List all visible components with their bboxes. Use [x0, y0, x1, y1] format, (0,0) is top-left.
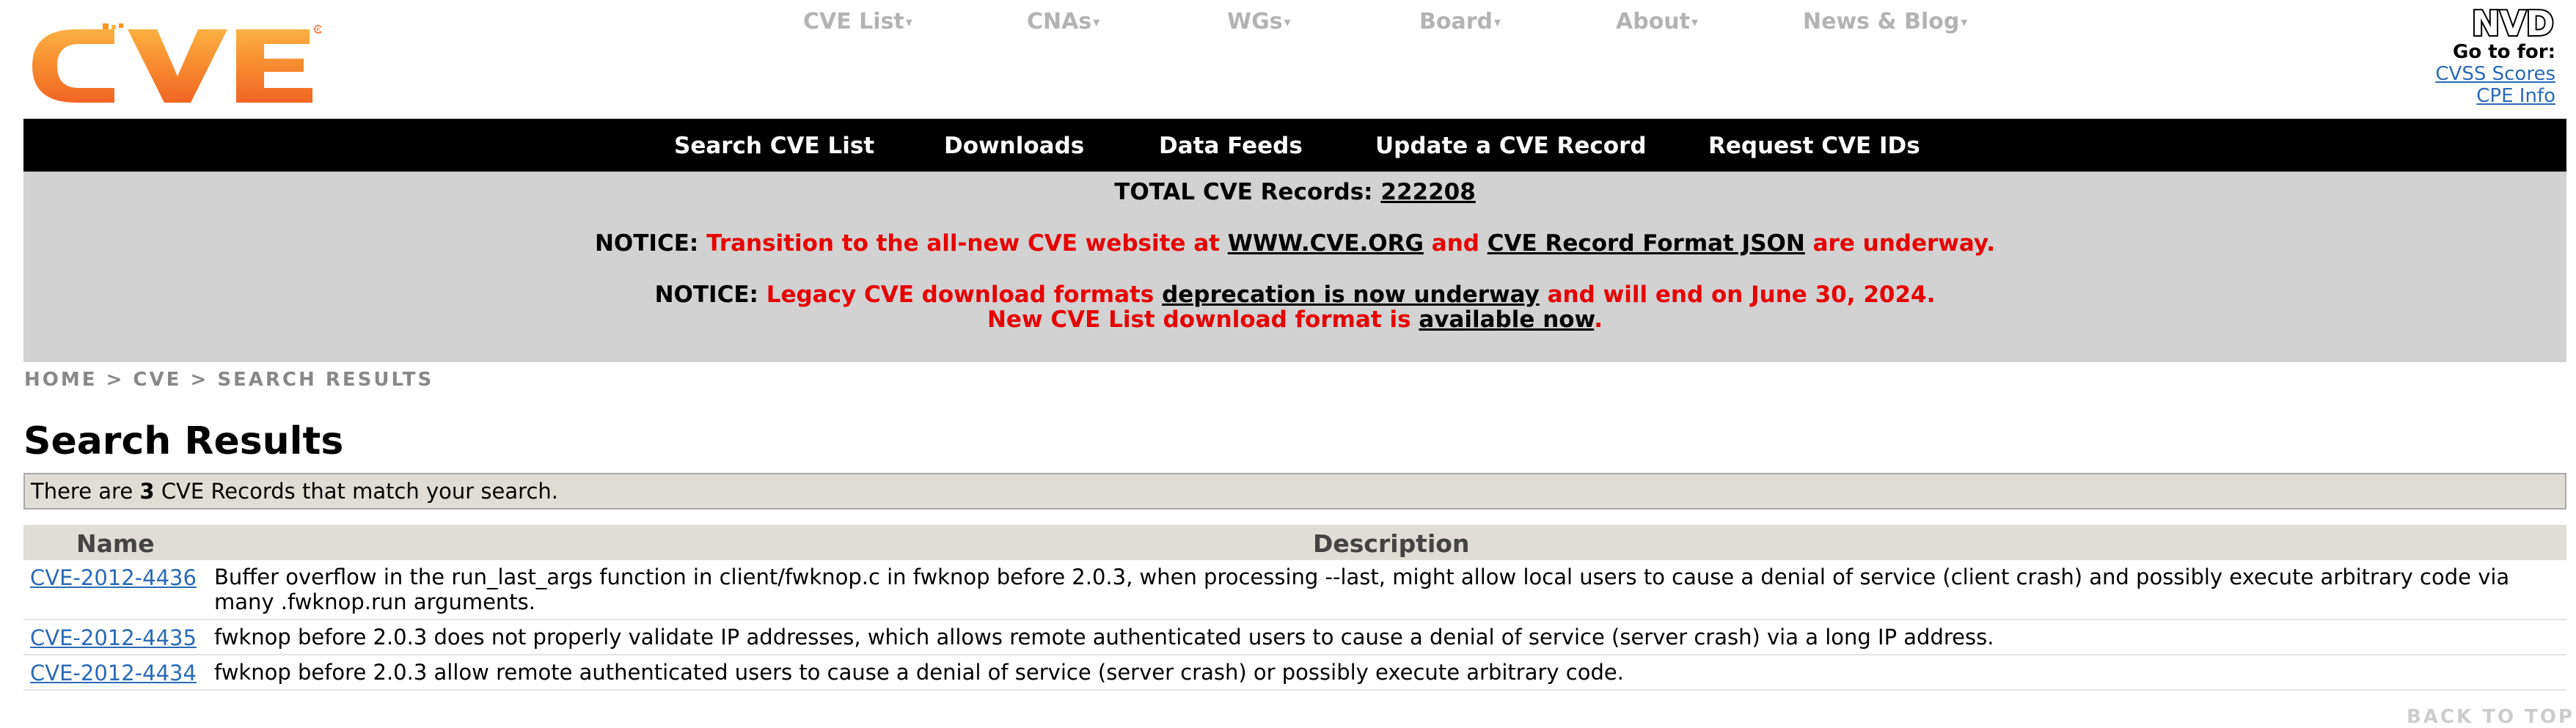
page-title: Search Results	[23, 419, 344, 463]
cve-description: fwknop before 2.0.3 allow remote authent…	[214, 660, 1624, 685]
cve-id-link[interactable]: CVE-2012-4436	[30, 565, 197, 590]
notice-prefix: NOTICE:	[594, 230, 699, 257]
notice-text: Legacy CVE download formats	[766, 282, 1155, 308]
available-now-link[interactable]: available now	[1419, 306, 1594, 333]
deprecation-link[interactable]: deprecation is now underway	[1162, 282, 1540, 308]
table-header: Name Description	[23, 525, 2566, 560]
chevron-down-icon: ▾	[1961, 15, 1968, 30]
chevron-down-icon: ▾	[1494, 15, 1501, 30]
match-count-box: There are 3 CVE Records that match your …	[23, 473, 2566, 510]
nvd-logo[interactable]: NVD NVD	[2438, 7, 2555, 38]
breadcrumb-home[interactable]: HOME	[24, 369, 98, 391]
chevron-down-icon: ▾	[1093, 15, 1100, 30]
breadcrumb-cve[interactable]: CVE	[133, 369, 181, 391]
nvd-box: NVD NVD Go to for: CVSS Scores CPE Info	[2435, 7, 2555, 107]
table-row: CVE-2012-4436 Buffer overflow in the run…	[23, 560, 2566, 620]
nvd-logo-fill: NVD	[2472, 7, 2554, 38]
breadcrumb-separator: >	[190, 369, 209, 391]
chevron-down-icon: ▾	[1284, 15, 1291, 30]
goto-label: Go to for:	[2453, 41, 2555, 63]
notice-text: and	[1431, 230, 1479, 257]
cve-id-link[interactable]: CVE-2012-4434	[30, 661, 197, 685]
column-header-name: Name	[76, 529, 155, 558]
breadcrumb-current: SEARCH RESULTS	[217, 369, 434, 391]
notice-text: .	[1594, 306, 1603, 333]
cve-record-format-json-link[interactable]: CVE Record Format JSON	[1488, 230, 1805, 257]
cvss-scores-link[interactable]: CVSS Scores	[2435, 63, 2555, 85]
notice-legacy: NOTICE: Legacy CVE download formats depr…	[23, 282, 2566, 308]
total-records-label: TOTAL CVE Records:	[1114, 179, 1373, 205]
match-prefix: There are	[31, 479, 133, 504]
nav-label: CNAs	[1027, 9, 1092, 34]
nav-label: About	[1616, 9, 1691, 34]
notice-text: and will end on June 30, 2024.	[1547, 282, 1936, 308]
results-table: Name Description CVE-2012-4436 Buffer ov…	[23, 525, 2566, 691]
nav-label: Board	[1419, 9, 1493, 34]
nav-label: WGs	[1227, 9, 1283, 34]
match-suffix: CVE Records that match your search.	[161, 479, 558, 504]
notice-panel: TOTAL CVE Records: 222208 NOTICE: Transi…	[23, 172, 2566, 362]
breadcrumb-separator: >	[106, 369, 125, 391]
cve-description: Buffer overflow in the run_last_args fun…	[214, 565, 2510, 614]
notice-text: Transition to the all-new CVE website at	[706, 230, 1220, 257]
menu-request-cve-ids[interactable]: Request CVE IDs	[1708, 133, 1920, 159]
notice-prefix: NOTICE:	[654, 282, 758, 308]
back-to-top-link[interactable]: BACK TO TOP	[2407, 706, 2575, 728]
nav-cnas[interactable]: CNAs ▾	[1027, 9, 1099, 34]
nav-wgs[interactable]: WGs ▾	[1227, 9, 1291, 34]
cve-description: fwknop before 2.0.3 does not properly va…	[214, 625, 1994, 650]
menu-search-cve-list[interactable]: Search CVE List	[674, 133, 874, 159]
nav-news-blog[interactable]: News & Blog ▾	[1803, 9, 1967, 34]
notice-text: are underway.	[1812, 230, 1996, 257]
nav-cve-list[interactable]: CVE List ▾	[803, 9, 912, 34]
table-row: CVE-2012-4435 fwknop before 2.0.3 does n…	[23, 620, 2566, 655]
notice-new-format: New CVE List download format is availabl…	[23, 306, 2566, 333]
main-menu-bar: Search CVE List Downloads Data Feeds Upd…	[23, 119, 2566, 172]
match-count: 3	[139, 479, 155, 504]
menu-data-feeds[interactable]: Data Feeds	[1159, 133, 1303, 159]
nav-label: CVE List	[803, 9, 904, 34]
nav-label: News & Blog	[1803, 9, 1960, 34]
menu-downloads[interactable]: Downloads	[944, 133, 1084, 159]
chevron-down-icon: ▾	[1691, 15, 1699, 30]
total-records-link[interactable]: 222208	[1380, 179, 1475, 205]
total-records-line: TOTAL CVE Records: 222208	[23, 179, 2566, 205]
nav-board[interactable]: Board ▾	[1419, 9, 1501, 34]
top-nav: CVE List ▾ CNAs ▾ WGs ▾ Board ▾ About ▾ News …	[0, 9, 2576, 38]
chevron-down-icon: ▾	[905, 15, 912, 30]
nav-about[interactable]: About ▾	[1616, 9, 1698, 34]
cpe-info-link[interactable]: CPE Info	[2435, 85, 2555, 107]
menu-update-cve-record[interactable]: Update a CVE Record	[1375, 133, 1647, 159]
column-header-description: Description	[1313, 529, 1470, 558]
breadcrumb: HOME > CVE > SEARCH RESULTS	[24, 369, 433, 391]
cve-id-link[interactable]: CVE-2012-4435	[30, 625, 197, 650]
notice-transition: NOTICE: Transition to the all-new CVE we…	[23, 230, 2566, 257]
cve-org-link[interactable]: WWW.CVE.ORG	[1228, 230, 1424, 257]
notice-text: New CVE List download format is	[987, 306, 1411, 333]
table-row: CVE-2012-4434 fwknop before 2.0.3 allow …	[23, 655, 2566, 691]
